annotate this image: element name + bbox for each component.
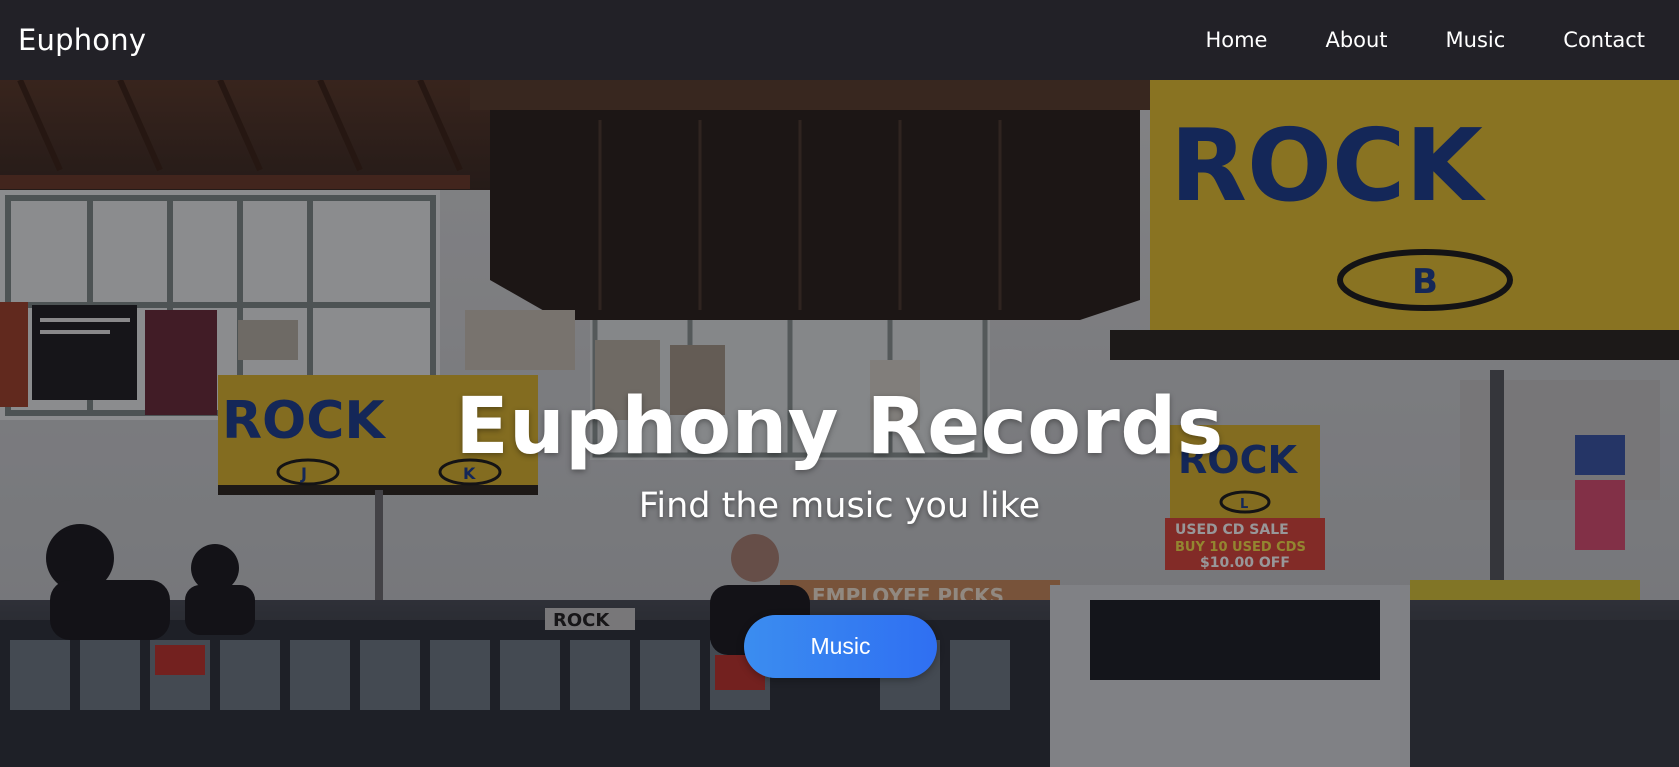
top-navbar: Euphony Home About Music Contact [0,0,1679,80]
hero-title: Euphony Records [455,382,1224,472]
brand-logo[interactable]: Euphony [18,23,146,57]
nav-links: Home About Music Contact [1147,28,1645,52]
hero-subtitle: Find the music you like [638,486,1041,526]
nav-link-contact[interactable]: Contact [1563,28,1645,52]
nav-link-music[interactable]: Music [1446,28,1506,52]
music-cta-button[interactable]: Music [744,615,937,678]
nav-link-home[interactable]: Home [1205,28,1267,52]
nav-link-about[interactable]: About [1325,28,1387,52]
hero-section: ROCK B ROCK J K ROCK L USED CD SALE BUY … [0,80,1679,767]
